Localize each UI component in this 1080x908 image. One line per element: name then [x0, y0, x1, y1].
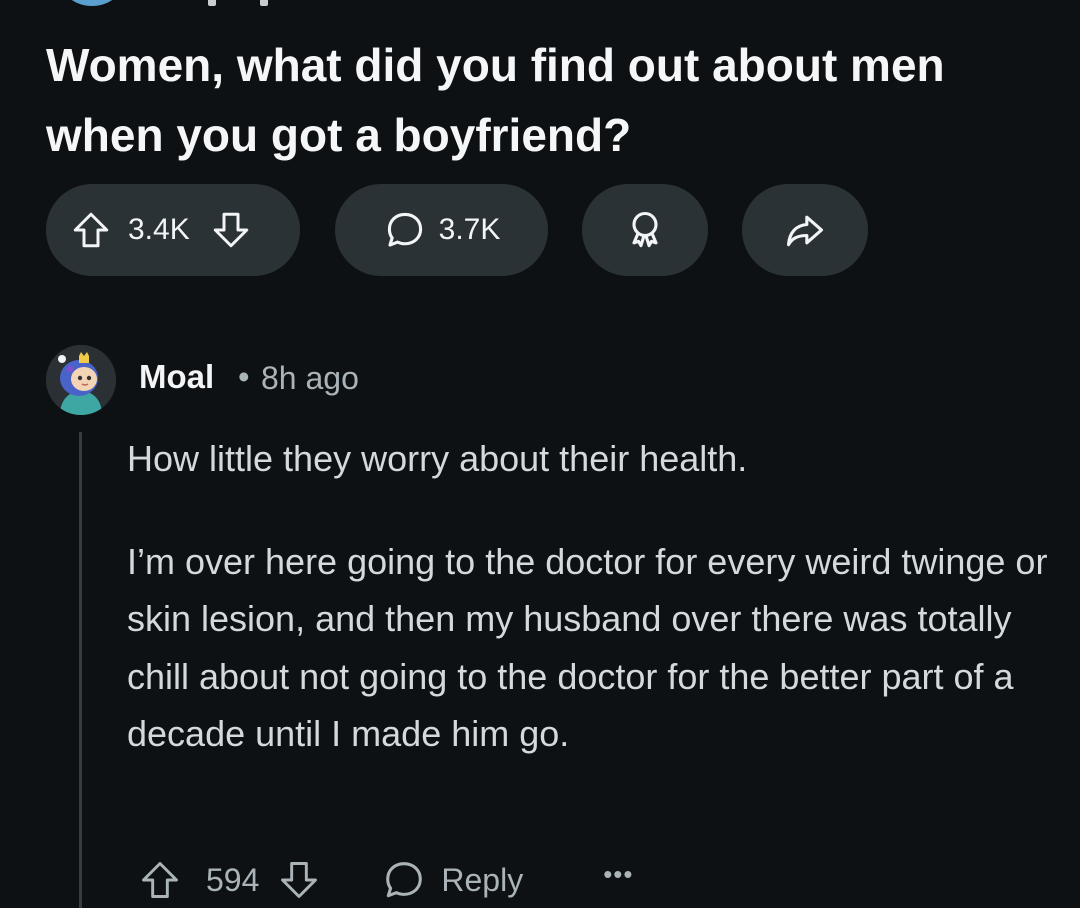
reply-label: Reply [441, 861, 524, 898]
reply-button[interactable]: Reply [381, 857, 523, 903]
meta-separator: • [238, 358, 250, 395]
comment-paragraph: I’m over here going to the doctor for ev… [127, 540, 1048, 755]
comment-timestamp: 8h ago [261, 360, 359, 396]
post-author-avatar[interactable] [62, 0, 122, 6]
speech-bubble-icon [381, 857, 427, 903]
upvote-arrow-icon[interactable] [138, 858, 182, 902]
award-ribbon-icon [623, 208, 667, 252]
comment-action-bar: 594 Reply ••• [138, 852, 634, 908]
award-button[interactable] [582, 184, 708, 276]
post-author-meta [208, 0, 268, 6]
ellipsis-icon[interactable]: ••• [603, 859, 633, 890]
comments-button[interactable]: 3.7K [335, 184, 548, 276]
comment-paragraph: How little they worry about their health… [127, 438, 748, 479]
comment-username[interactable]: Moal [139, 358, 214, 396]
thread-line[interactable] [79, 432, 82, 908]
share-arrow-icon [783, 208, 827, 252]
commenter-avatar[interactable] [46, 345, 116, 415]
share-button[interactable] [742, 184, 868, 276]
speech-bubble-icon [383, 208, 427, 252]
comment-vote-count: 594 [206, 861, 260, 898]
post-vote-count: 3.4K [128, 213, 190, 246]
comment-body: How little they worry about their health… [127, 430, 1057, 763]
upvote-arrow-icon[interactable] [70, 209, 112, 251]
post-comment-count: 3.7K [438, 213, 501, 246]
downvote-arrow-icon[interactable] [210, 209, 252, 251]
post-title: Women, what did you find out about men w… [46, 39, 945, 161]
downvote-arrow-icon[interactable] [277, 858, 321, 902]
post-vote-bar: 3.4K [46, 184, 300, 276]
